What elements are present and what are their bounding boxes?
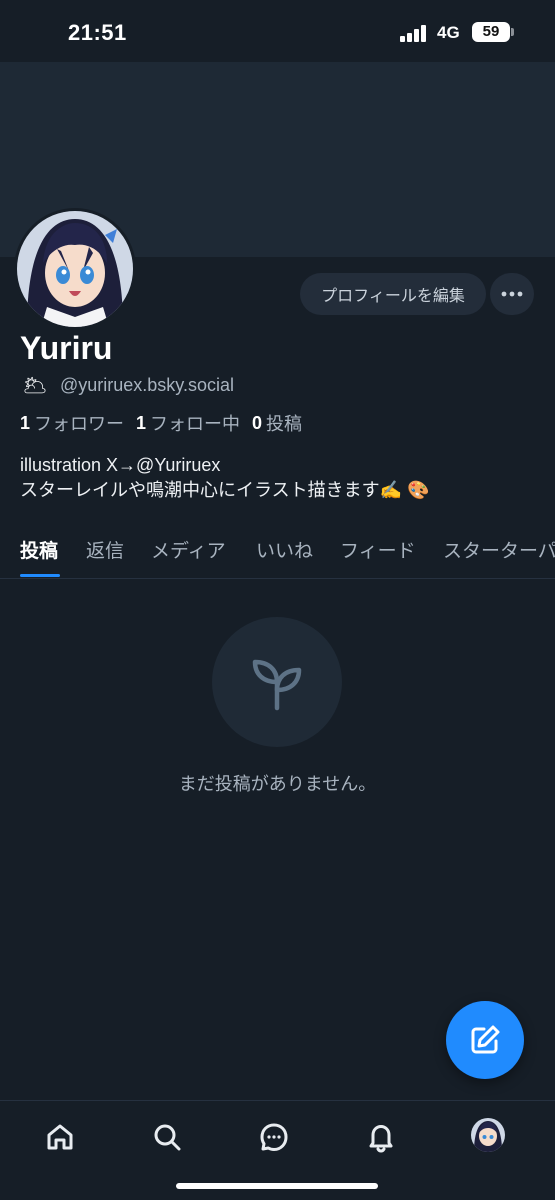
followers-link[interactable]: 1 フォロワー: [20, 410, 124, 436]
home-icon: [47, 1124, 73, 1150]
home-indicator: [176, 1183, 378, 1189]
active-tab-indicator: [20, 574, 60, 577]
network-type: 4G: [437, 23, 460, 42]
profile-bio: illustration X→@Yuriruex スターレイルや鳴潮中心にイラス…: [20, 453, 429, 503]
nav-notifications[interactable]: [361, 1117, 401, 1157]
tab-starter-packs[interactable]: スターターパ: [443, 536, 555, 563]
nav-profile-avatar[interactable]: [471, 1118, 505, 1152]
search-icon: [154, 1124, 181, 1151]
display-name: Yuriru: [20, 330, 113, 366]
following-label: フォロー中: [150, 414, 241, 434]
handle-emoji: 🌥: [22, 374, 48, 397]
tab-likes[interactable]: いいね: [256, 536, 313, 563]
handle-row: 🌥 @yuriruex.bsky.social: [22, 372, 234, 398]
following-count: 1: [136, 412, 147, 433]
posts-label: 投稿: [266, 414, 303, 434]
profile-tabs: 投稿 返信 メディア いいね フィード スターターパ: [0, 528, 555, 579]
signal-icon: [400, 24, 430, 42]
more-options-button[interactable]: [490, 273, 534, 315]
followers-label: フォロワー: [34, 414, 125, 434]
profile-stats: 1 フォロワー 1 フォロー中 0 投稿: [20, 410, 314, 436]
posts-stat: 0 投稿: [252, 410, 302, 436]
tab-media[interactable]: メディア: [151, 536, 226, 563]
profile-handle[interactable]: @yuriruex.bsky.social: [60, 375, 234, 396]
status-bar: 21:51 4G 59: [0, 0, 555, 62]
status-time: 21:51: [68, 20, 127, 45]
ellipsis-icon: [501, 291, 523, 297]
sprout-icon: [252, 659, 302, 711]
nav-home[interactable]: [40, 1117, 80, 1157]
empty-state-icon-circle: [212, 617, 342, 747]
tab-feeds[interactable]: フィード: [340, 536, 416, 563]
edit-profile-button[interactable]: プロフィールを編集: [300, 273, 486, 315]
bell-icon: [369, 1125, 393, 1153]
following-link[interactable]: 1 フォロー中: [136, 410, 240, 436]
bio-line-2: スターレイルや鳴潮中心にイラスト描きます✍️ 🎨: [20, 480, 430, 500]
tab-replies[interactable]: 返信: [86, 536, 124, 563]
tab-posts[interactable]: 投稿: [20, 536, 58, 563]
nav-chat[interactable]: [254, 1117, 294, 1157]
profile-screen: 21:51 4G 59 プロフィールを編集 Yuriru 🌥 @yuriruex…: [0, 0, 555, 1200]
nav-search[interactable]: [147, 1117, 187, 1157]
profile-avatar[interactable]: [14, 208, 136, 330]
followers-count: 1: [20, 412, 31, 433]
chat-icon: [260, 1123, 288, 1151]
compose-icon: [471, 1025, 500, 1054]
compose-button[interactable]: [446, 1001, 524, 1079]
bio-line-1: illustration X→@Yuriruex: [20, 455, 221, 475]
posts-count: 0: [252, 412, 263, 433]
empty-state-text: まだ投稿がありません。: [178, 774, 377, 794]
battery-icon: 59: [472, 22, 514, 42]
